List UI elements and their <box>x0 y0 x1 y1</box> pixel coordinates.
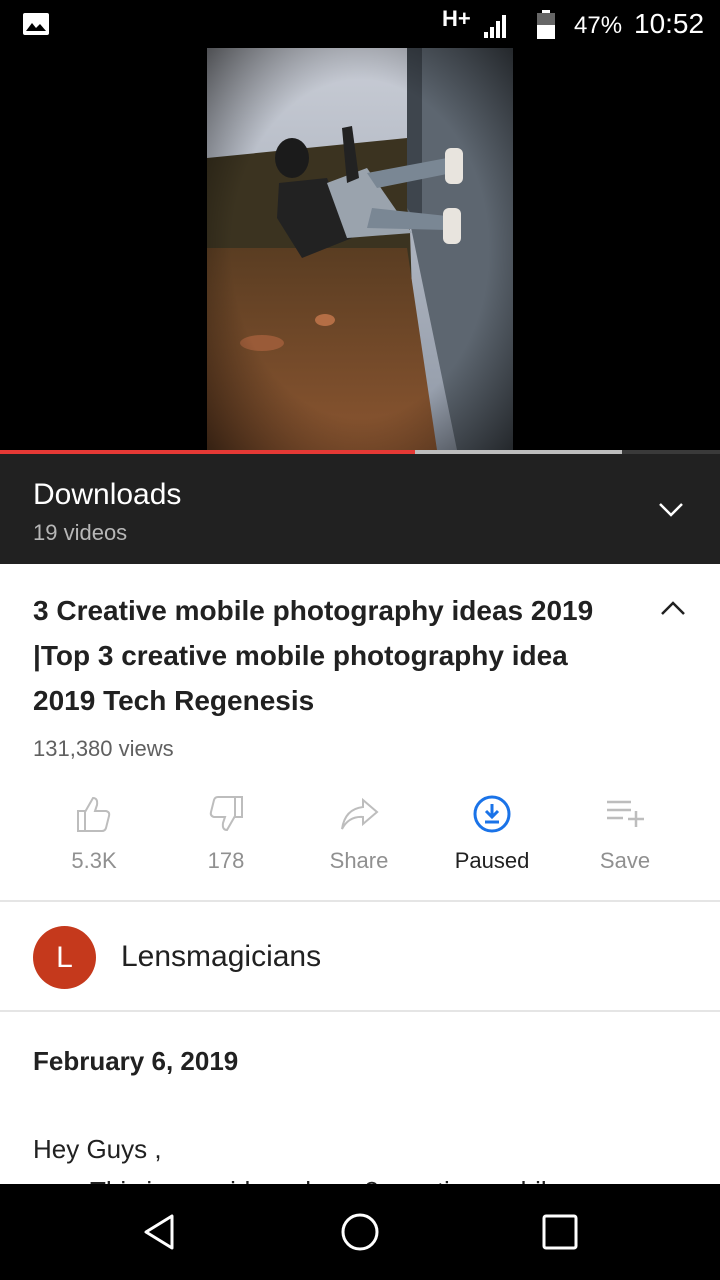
view-count: 131,380 views <box>33 736 174 761</box>
playlist-panel[interactable]: Downloads 19 videos <box>0 454 720 564</box>
save-label: Save <box>599 848 651 873</box>
gallery-icon <box>23 13 49 35</box>
recents-icon[interactable] <box>538 1210 582 1254</box>
video-player[interactable] <box>0 48 720 450</box>
playlist-count: 19 videos <box>33 520 128 545</box>
description-greeting: Hey Guys , <box>33 1134 162 1164</box>
share-label: Share <box>329 848 389 873</box>
save-button[interactable]: Save <box>560 788 690 888</box>
navigation-bar <box>0 1184 720 1280</box>
home-icon[interactable] <box>338 1210 382 1254</box>
signal-icon <box>484 15 506 38</box>
network-type: H+ <box>442 6 471 31</box>
avatar[interactable]: L <box>33 926 96 989</box>
clock: 10:52 <box>634 8 705 39</box>
download-button[interactable]: Paused <box>427 788 557 888</box>
channel-row[interactable]: L Lensmagicians <box>0 902 720 1010</box>
channel-name[interactable]: Lensmagicians <box>121 940 321 974</box>
battery-percent: 47% <box>574 12 623 39</box>
action-bar: 5.3K 178 Share Paused Save <box>0 788 720 888</box>
dislike-count: 178 <box>207 848 245 873</box>
status-bar: H+ 47% 10:52 <box>0 0 720 48</box>
download-status: Paused <box>454 848 530 873</box>
chevron-down-icon[interactable] <box>656 494 686 524</box>
back-icon[interactable] <box>138 1210 182 1254</box>
battery-icon <box>537 10 555 39</box>
dislike-button[interactable]: 178 <box>161 788 291 888</box>
publish-date: February 6, 2019 <box>33 1046 239 1076</box>
thumbs-down-icon <box>209 796 243 832</box>
video-title[interactable]: 3 Creative mobile photography ideas 2019… <box>33 588 633 723</box>
playlist-add-icon <box>607 800 644 827</box>
share-icon <box>341 797 379 830</box>
playlist-name: Downloads <box>33 478 182 511</box>
video-frame <box>207 48 513 450</box>
chevron-up-icon[interactable] <box>658 594 688 624</box>
like-button[interactable]: 5.3K <box>29 788 159 888</box>
download-paused-icon <box>473 795 511 833</box>
divider <box>0 1010 720 1012</box>
video-details: 3 Creative mobile photography ideas 2019… <box>0 564 720 1184</box>
like-count: 5.3K <box>71 848 117 873</box>
description-text: This is our video where 3 creative mobil… <box>90 1176 561 1184</box>
thumbs-up-icon <box>77 796 111 832</box>
share-button[interactable]: Share <box>294 788 424 888</box>
